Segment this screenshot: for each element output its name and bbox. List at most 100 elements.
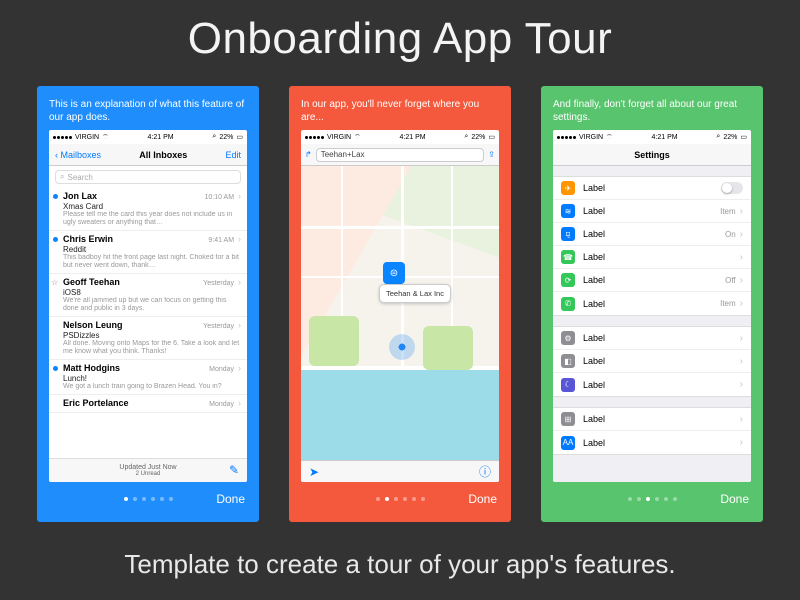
mail-preview: All done. Moving onto Maps for the 6. Ta… <box>63 340 241 356</box>
mail-navbar: ‹ Mailboxes All Inboxes Edit <box>49 144 247 166</box>
settings-row[interactable]: ⚼LabelOn› <box>553 223 751 246</box>
mail-sender: Matt Hodgins <box>63 363 120 373</box>
settings-row-icon: ⟳ <box>561 273 575 287</box>
share-icon[interactable]: ⇪ <box>488 150 495 159</box>
settings-row[interactable]: ✈Label <box>553 177 751 200</box>
mail-item[interactable]: Jon Lax10:10 AM ›Xmas CardPlease tell me… <box>49 188 247 231</box>
unread-dot-icon <box>53 366 58 371</box>
mail-list[interactable]: Jon Lax10:10 AM ›Xmas CardPlease tell me… <box>49 188 247 458</box>
done-button[interactable]: Done <box>468 492 497 506</box>
mail-subject: iOS8 <box>63 288 241 297</box>
settings-label: Label <box>583 333 736 343</box>
settings-label: Label <box>583 206 720 216</box>
settings-list[interactable]: ✈Label≋LabelItem›⚼LabelOn›☎Label›⟳LabelO… <box>553 166 751 482</box>
page-indicator[interactable] <box>81 497 216 501</box>
compose-icon[interactable]: ✎ <box>229 463 239 477</box>
settings-label: Label <box>583 252 736 262</box>
map-search-input[interactable]: Teehan+Lax <box>316 148 485 162</box>
settings-navbar: Settings <box>553 144 751 166</box>
settings-row-icon: ☾ <box>561 378 575 392</box>
nav-title: Settings <box>579 150 725 160</box>
settings-value: Item <box>720 207 736 216</box>
settings-row[interactable]: ✆LabelItem› <box>553 292 751 315</box>
settings-row-icon: ☎ <box>561 250 575 264</box>
mail-time: Monday › <box>209 363 241 373</box>
card-row: This is an explanation of what this feat… <box>0 86 800 522</box>
directions-icon[interactable]: ↱ <box>305 150 312 159</box>
settings-value: Item <box>720 299 736 308</box>
chevron-right-icon: › <box>238 320 241 330</box>
chevron-right-icon: › <box>740 206 743 217</box>
settings-row-icon: ✈ <box>561 181 575 195</box>
settings-row[interactable]: ⚙Label› <box>553 327 751 350</box>
signal-icon <box>305 136 324 139</box>
phone-mail: VIRGIN ⌔ 4:21 PM ⌕ 22% ▭ ‹ Mailboxes All… <box>49 130 247 482</box>
mail-item[interactable]: Eric PortelanceMonday › <box>49 395 247 413</box>
chevron-right-icon: › <box>740 356 743 367</box>
page-indicator[interactable] <box>585 497 720 501</box>
chevron-right-icon: › <box>238 363 241 373</box>
chevron-right-icon: › <box>740 414 743 425</box>
page-indicator[interactable] <box>333 497 468 501</box>
mail-item[interactable]: ☆Geoff TeehanYesterday ›iOS8We're all ja… <box>49 274 247 317</box>
settings-label: Label <box>583 414 736 424</box>
onboarding-card-mail: This is an explanation of what this feat… <box>37 86 259 522</box>
onboarding-card-settings: And finally, don't forget all about our … <box>541 86 763 522</box>
card-tagline: In our app, you'll never forget where yo… <box>301 96 499 130</box>
page-subtitle: Template to create a tour of your app's … <box>0 549 800 580</box>
mail-item[interactable]: Matt HodginsMonday ›Lunch!We got a lunch… <box>49 360 247 395</box>
done-button[interactable]: Done <box>720 492 749 506</box>
battery-label: 22% <box>219 134 233 141</box>
locate-icon[interactable]: ➤ <box>309 465 319 479</box>
search-input[interactable]: ⌕ Search <box>55 170 241 184</box>
star-icon: ☆ <box>51 278 58 287</box>
search-placeholder: Search <box>67 173 92 182</box>
map-canvas[interactable]: ⊜ Teehan & Lax Inc <box>301 166 499 460</box>
map-toolbar: ➤ ⓘ <box>301 460 499 482</box>
mail-subject: PSDizzles <box>63 331 241 340</box>
mail-time: Yesterday › <box>203 277 241 287</box>
settings-row[interactable]: ☎Label› <box>553 246 751 269</box>
status-bar: VIRGIN ⌔ 4:21 PM ⌕ 22% ▭ <box>301 130 499 144</box>
battery-icon: ▭ <box>488 133 495 141</box>
settings-row[interactable]: ⟳LabelOff› <box>553 269 751 292</box>
settings-label: Label <box>583 229 725 239</box>
settings-row-icon: ⚼ <box>561 227 575 241</box>
clock-label: 4:21 PM <box>400 134 426 141</box>
settings-row[interactable]: ≋LabelItem› <box>553 200 751 223</box>
settings-row-icon: ⊞ <box>561 412 575 426</box>
wifi-icon: ⌔ <box>606 133 613 142</box>
settings-label: Label <box>583 275 725 285</box>
settings-row[interactable]: ◧Label› <box>553 350 751 373</box>
mail-subject: Xmas Card <box>63 202 241 211</box>
carrier-label: VIRGIN <box>579 134 603 141</box>
nav-title: All Inboxes <box>101 150 225 160</box>
edit-button[interactable]: Edit <box>225 150 241 160</box>
mail-time: 10:10 AM › <box>204 191 241 201</box>
mail-time: Yesterday › <box>203 320 241 330</box>
mail-item[interactable]: Nelson LeungYesterday ›PSDizzlesAll done… <box>49 317 247 360</box>
unread-dot-icon <box>53 237 58 242</box>
mail-subject: Reddit <box>63 245 241 254</box>
toggle-switch[interactable] <box>721 182 743 194</box>
status-bar: VIRGIN ⌔ 4:21 PM ⌕ 22% ▭ <box>49 130 247 144</box>
chevron-right-icon: › <box>238 277 241 287</box>
unread-label: 2 Unread <box>136 471 161 477</box>
chevron-right-icon: › <box>740 379 743 390</box>
mail-time: 9:41 AM › <box>208 234 241 244</box>
status-bar: VIRGIN ⌔ 4:21 PM ⌕ 22% ▭ <box>553 130 751 144</box>
done-button[interactable]: Done <box>216 492 245 506</box>
mail-item[interactable]: Chris Erwin9:41 AM ›RedditThis badboy hi… <box>49 231 247 274</box>
back-button[interactable]: ‹ Mailboxes <box>55 150 101 160</box>
battery-icon: ▭ <box>740 133 747 141</box>
map-search-value: Teehan+Lax <box>321 150 365 159</box>
settings-label: Label <box>583 356 736 366</box>
map-pin-icon[interactable]: ⊜ <box>383 262 405 284</box>
settings-row[interactable]: AALabel› <box>553 431 751 454</box>
map-pin-label[interactable]: Teehan & Lax Inc <box>379 284 451 303</box>
info-icon[interactable]: ⓘ <box>479 463 491 480</box>
settings-row[interactable]: ⊞ Label › <box>553 408 751 431</box>
settings-row[interactable]: ☾Label› <box>553 373 751 396</box>
chevron-right-icon: › <box>238 191 241 201</box>
mail-sender: Geoff Teehan <box>63 277 120 287</box>
